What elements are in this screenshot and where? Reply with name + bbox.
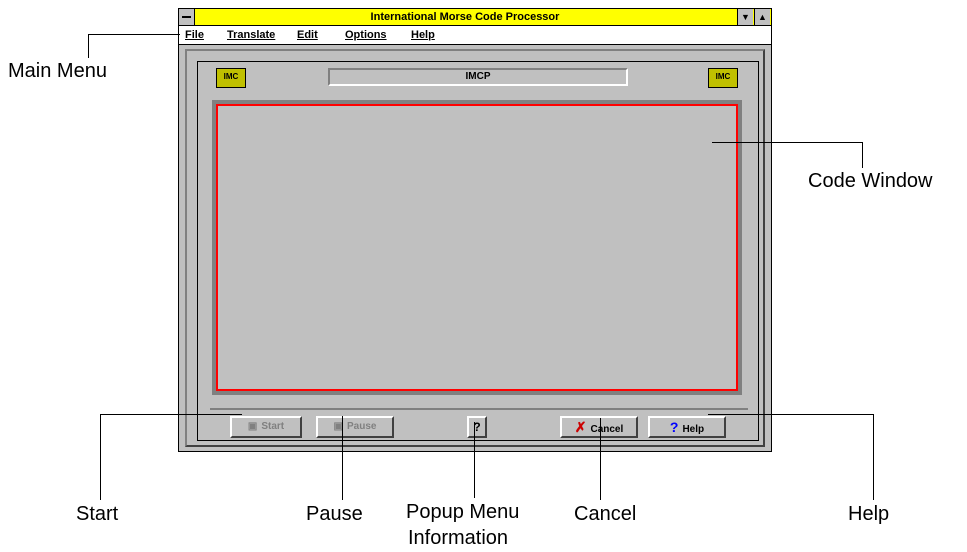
- pause-callout: Pause: [306, 503, 363, 525]
- menu-edit[interactable]: Edit: [297, 28, 318, 42]
- maximize-button[interactable]: ▲: [754, 9, 770, 25]
- code-window-leader-v: [862, 142, 863, 168]
- start-leader-h: [100, 414, 242, 415]
- client-area: IMC IMCP IMC ▣ Start ▣ Pause ? ✗ Cancel ? He…: [185, 49, 765, 447]
- menu-file[interactable]: File: [185, 28, 204, 42]
- start-callout: Start: [76, 503, 119, 525]
- help-callout: Help: [848, 503, 890, 525]
- menu-translate[interactable]: Translate: [227, 28, 275, 42]
- cancel-x-icon: ✗: [574, 419, 587, 435]
- title-bar[interactable]: International Morse Code Processor ▼ ▲: [179, 9, 771, 26]
- help-question-icon: ?: [669, 419, 679, 435]
- pause-leader-v: [342, 416, 343, 500]
- logo-left-icon: IMC: [216, 68, 246, 88]
- main-menu-callout: Main Menu: [8, 60, 107, 82]
- help-leader-v: [873, 414, 874, 500]
- popup-leader-v: [474, 422, 475, 498]
- code-window[interactable]: [216, 104, 738, 391]
- help-button[interactable]: ? Help: [648, 416, 726, 438]
- window-title: International Morse Code Processor: [370, 11, 560, 23]
- menu-options[interactable]: Options: [345, 28, 387, 42]
- popup-menu-callout-line2: Information: [408, 527, 509, 549]
- inner-panel: IMC IMCP IMC ▣ Start ▣ Pause ? ✗ Cancel ? He…: [197, 61, 759, 441]
- popup-menu-callout-line1: Popup Menu: [406, 501, 520, 523]
- app-window: International Morse Code Processor ▼ ▲ F…: [178, 8, 772, 452]
- code-window-callout: Code Window: [808, 170, 933, 192]
- button-strip: ▣ Start ▣ Pause ? ✗ Cancel ? Help: [210, 408, 748, 438]
- imcp-label: IMCP: [328, 68, 628, 86]
- menu-help[interactable]: Help: [411, 28, 435, 42]
- cancel-callout: Cancel: [574, 503, 637, 525]
- logo-right-icon: IMC: [708, 68, 738, 88]
- cancel-button[interactable]: ✗ Cancel: [560, 416, 638, 438]
- main-menu-leader-h: [88, 34, 180, 35]
- popup-menu-button[interactable]: ?: [467, 416, 487, 438]
- code-window-leader-h: [712, 142, 862, 143]
- cancel-leader-v: [600, 418, 601, 500]
- start-leader-v: [100, 414, 101, 500]
- main-menu-bar: File Translate Edit Options Help: [179, 26, 771, 45]
- main-menu-leader-v: [88, 34, 89, 58]
- system-menu-icon[interactable]: [179, 9, 195, 25]
- help-leader-h: [708, 414, 874, 415]
- start-button[interactable]: ▣ Start: [230, 416, 302, 438]
- minimize-button[interactable]: ▼: [737, 9, 753, 25]
- pause-button[interactable]: ▣ Pause: [316, 416, 394, 438]
- start-icon: ▣: [247, 421, 258, 432]
